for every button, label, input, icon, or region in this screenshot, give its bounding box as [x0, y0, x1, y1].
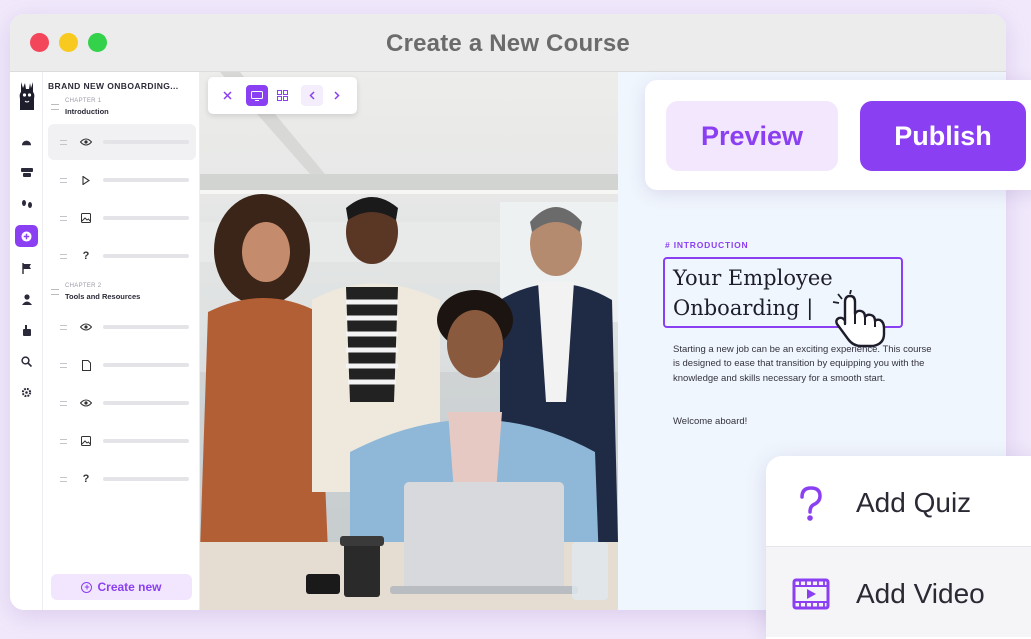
add-content-menu: Add Quiz Add Video	[766, 456, 1031, 639]
chevron-right-icon[interactable]	[326, 85, 348, 106]
add-icon[interactable]	[15, 225, 38, 247]
drag-handle-icon[interactable]	[60, 216, 67, 221]
lesson-item[interactable]: ?	[48, 461, 196, 497]
dashboard-icon[interactable]	[15, 131, 38, 153]
desktop-icon[interactable]	[246, 85, 268, 106]
flag-icon[interactable]	[15, 257, 38, 279]
drag-handle-icon[interactable]	[60, 178, 67, 183]
footprints-icon[interactable]	[15, 193, 38, 215]
course-name[interactable]: BRAND NEW ONBOARDING...	[48, 81, 198, 91]
play-icon	[79, 173, 93, 187]
drag-handle-icon[interactable]	[60, 140, 67, 145]
course-cover-image[interactable]	[200, 72, 618, 610]
lesson-item[interactable]	[48, 423, 196, 459]
logo-llama-icon[interactable]	[16, 80, 38, 112]
window-title: Create a New Course	[386, 30, 630, 57]
plugin-icon[interactable]	[15, 319, 38, 341]
grid-icon[interactable]	[271, 85, 293, 106]
add-circle-icon: +	[81, 581, 93, 593]
image-toolbar	[208, 77, 357, 114]
lesson-item[interactable]	[48, 309, 196, 345]
chapter-number: CHAPTER 1	[65, 98, 102, 104]
eye-icon	[79, 396, 93, 410]
add-quiz-item[interactable]: Add Quiz	[766, 456, 1031, 546]
publish-button[interactable]: Publish	[860, 101, 1026, 171]
drag-handle-icon[interactable]	[60, 401, 67, 406]
pointer-hand-icon	[832, 290, 886, 348]
eye-icon	[79, 320, 93, 334]
drag-handle-icon[interactable]	[60, 363, 67, 368]
drag-handle-icon[interactable]	[60, 254, 67, 259]
drag-handle-icon[interactable]	[51, 289, 59, 295]
add-quiz-label: Add Quiz	[856, 487, 972, 518]
image-icon	[79, 211, 93, 225]
user-icon[interactable]	[15, 288, 38, 310]
lesson-item[interactable]	[48, 200, 196, 236]
quiz-icon: ?	[82, 250, 90, 262]
document-icon	[79, 358, 93, 372]
create-new-label: Create new	[97, 580, 162, 594]
search-icon[interactable]	[15, 350, 38, 372]
drag-handle-icon[interactable]	[60, 325, 67, 330]
lesson-item[interactable]	[48, 385, 196, 421]
drag-handle-icon[interactable]	[60, 477, 67, 482]
section-label: # INTRODUCTION	[665, 240, 749, 250]
chapter-number: CHAPTER 2	[65, 283, 102, 289]
chapter-title: Tools and Resources	[65, 292, 141, 301]
layers-icon[interactable]	[15, 162, 38, 184]
image-icon	[79, 434, 93, 448]
lesson-item[interactable]: ?	[48, 238, 196, 274]
lesson-item[interactable]	[48, 162, 196, 198]
drag-handle-icon[interactable]	[51, 104, 59, 110]
quiz-icon	[800, 486, 822, 521]
headline-line-1: Your Employee	[673, 266, 833, 290]
drag-handle-icon[interactable]	[60, 439, 67, 444]
lesson-item[interactable]	[48, 124, 196, 160]
title-bar: Create a New Course	[10, 14, 1006, 72]
icon-rail	[10, 72, 43, 610]
preview-button[interactable]: Preview	[666, 101, 838, 171]
quiz-icon: ?	[82, 473, 90, 485]
chevron-left-icon[interactable]	[301, 85, 323, 106]
add-video-item[interactable]: Add Video	[766, 547, 1031, 637]
course-outline: BRAND NEW ONBOARDING... CHAPTER 1 Introd…	[43, 72, 200, 610]
eye-icon	[79, 135, 93, 149]
close-icon[interactable]	[216, 85, 238, 106]
add-video-label: Add Video	[856, 578, 985, 609]
welcome-text[interactable]: Welcome aboard!	[673, 416, 747, 427]
create-new-button[interactable]: + Create new	[51, 574, 192, 600]
video-film-icon	[792, 578, 830, 610]
lesson-body-text[interactable]: Starting a new job can be an exciting ex…	[673, 343, 935, 386]
lesson-item[interactable]	[48, 347, 196, 383]
gear-icon[interactable]	[15, 381, 38, 403]
chapter-title: Introduction	[65, 107, 109, 116]
